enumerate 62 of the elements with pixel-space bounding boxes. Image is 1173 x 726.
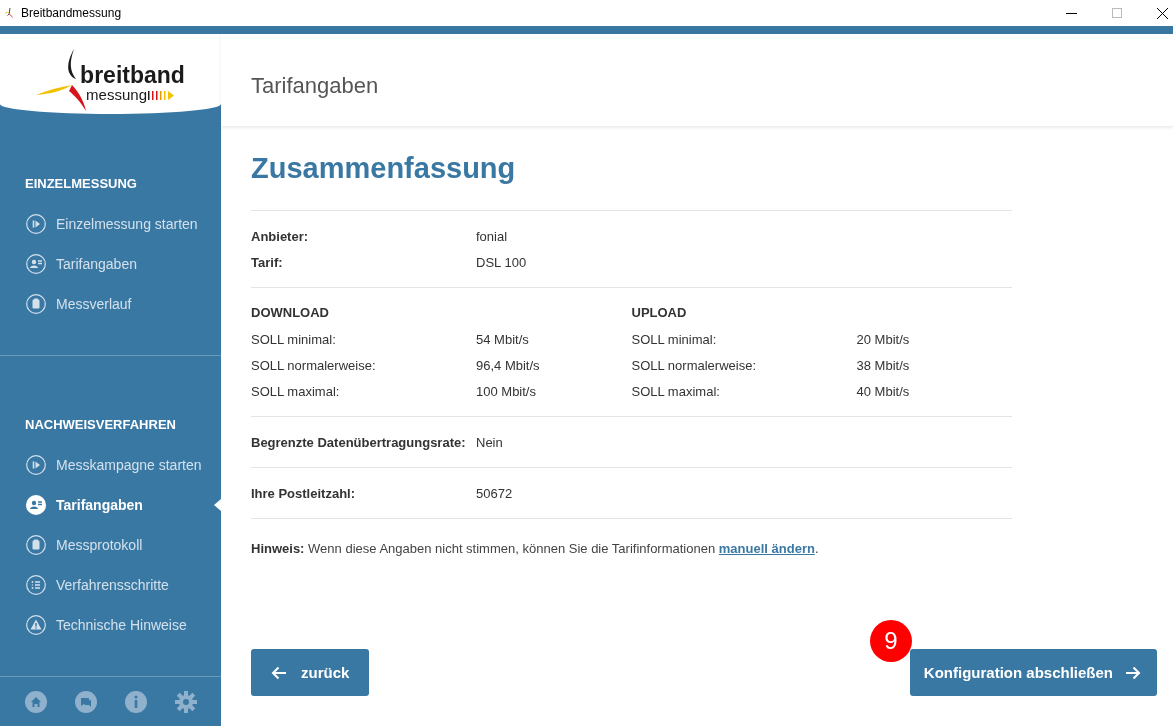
page-title: Tarifangaben <box>251 73 379 99</box>
nav-item[interactable]: Tarifangaben <box>0 244 221 285</box>
arrow-left-icon <box>271 665 287 680</box>
back-button[interactable]: zurück <box>251 649 370 696</box>
arrow-right-icon <box>1125 665 1141 680</box>
field-value: 96,4 Mbit/s <box>476 357 540 373</box>
hint-text: Hinweis: Wenn diese Angaben nicht stimmen, können Sie die Tarifinformationen manuell ändern. <box>251 541 820 556</box>
person-card-icon <box>26 495 46 516</box>
field-label: SOLL maximal: <box>631 383 721 399</box>
field-label: Ihre Postleitzahl: <box>251 485 357 501</box>
logo-text: breitband <box>80 63 185 88</box>
field-value: 50672 <box>476 485 513 501</box>
field-value: fonial <box>476 228 508 244</box>
field-value: 100 Mbit/s <box>476 383 536 399</box>
clipboard-icon <box>26 294 46 315</box>
nav-section-heading: EINZELMESSUNG <box>24 175 138 194</box>
logo-bars-icon <box>148 90 174 101</box>
minimize-icon[interactable] <box>1066 12 1077 14</box>
field-label: Tarif: <box>251 254 284 270</box>
active-pointer-icon <box>214 499 221 512</box>
warning-icon <box>26 615 46 636</box>
play-icon <box>26 214 46 235</box>
info-icon[interactable] <box>125 690 147 713</box>
field-label: SOLL normalerweise: <box>251 357 377 373</box>
edit-link[interactable]: manuell ändern <box>718 541 815 556</box>
nav-item[interactable]: Tarifangaben <box>0 485 221 526</box>
nav-item[interactable]: Messkampagne starten <box>0 445 221 486</box>
section-heading: Zusammenfassung <box>251 151 517 186</box>
column-heading: DOWNLOAD <box>251 304 330 322</box>
clipboard-icon <box>26 535 46 556</box>
play-icon <box>26 455 46 476</box>
maximize-icon[interactable] <box>1112 8 1122 18</box>
field-label: Anbieter: <box>251 228 310 244</box>
nav-item[interactable]: Technische Hinweise <box>0 605 221 646</box>
field-label: SOLL minimal: <box>251 331 337 347</box>
chat-icon[interactable] <box>75 690 97 713</box>
field-value: DSL 100 <box>476 254 527 270</box>
field-label: SOLL minimal: <box>631 331 718 347</box>
nav-item[interactable]: Messverlauf <box>0 284 221 325</box>
step-badge: 9 <box>870 620 912 662</box>
app-icon <box>5 8 15 18</box>
column-heading: UPLOAD <box>631 304 688 322</box>
nav-item[interactable]: Einzelmessung starten <box>0 204 221 245</box>
field-label: Begrenzte Datenübertragungsrate: <box>251 434 467 450</box>
window-title: Breitbandmessung <box>21 6 122 20</box>
person-card-icon <box>26 254 46 275</box>
home-icon[interactable] <box>25 690 47 713</box>
logo-text: messung <box>86 87 147 104</box>
field-value: 38 Mbit/s <box>856 357 910 373</box>
nav-item[interactable]: Messprotokoll <box>0 525 221 566</box>
field-value: Nein <box>476 434 503 450</box>
nav-section-heading: NACHWEISVERFAHREN <box>24 416 177 435</box>
settings-icon[interactable] <box>175 690 197 713</box>
field-value: 20 Mbit/s <box>856 331 910 347</box>
field-label: SOLL maximal: <box>251 383 341 399</box>
field-value: 40 Mbit/s <box>856 383 910 399</box>
close-icon[interactable] <box>1157 7 1168 19</box>
nav-item[interactable]: Verfahrensschritte <box>0 565 221 606</box>
field-value: 54 Mbit/s <box>476 331 529 347</box>
finish-button[interactable]: Konfiguration abschließen <box>909 649 1157 696</box>
list-icon <box>26 575 46 596</box>
field-label: SOLL normalerweise: <box>631 357 757 373</box>
